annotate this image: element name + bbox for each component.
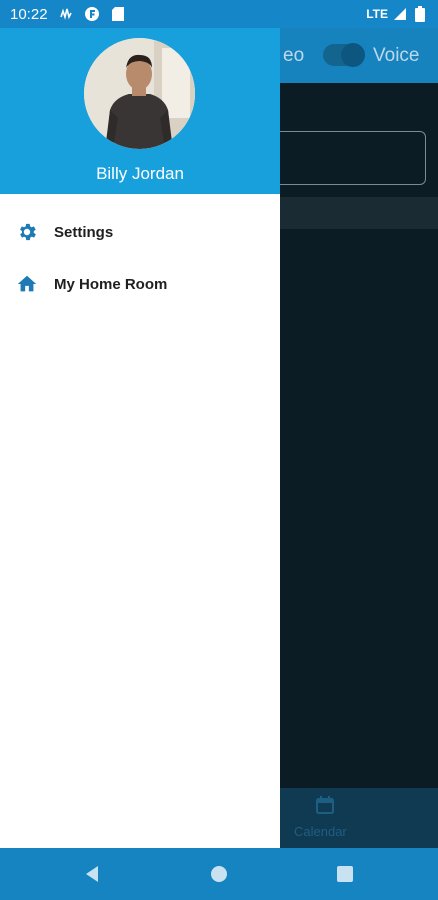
calendar-tab-label[interactable]: Calendar [294,824,347,839]
mode-toggle[interactable] [323,43,365,67]
system-navigation-bar [0,848,438,900]
calendar-icon[interactable] [316,796,334,814]
drawer-item-label: Settings [54,223,114,241]
sd-card-icon [110,6,126,22]
user-name: Billy Jordan [96,164,184,183]
recents-icon[interactable] [334,863,356,885]
status-bar: 10:22 LTE [0,0,438,28]
home-icon [16,273,38,295]
navigation-drawer: Billy Jordan Settings My Home Room [0,28,280,848]
avatar[interactable] [84,38,195,149]
network-type: LTE [366,7,388,21]
home-circle-icon[interactable] [208,863,230,885]
gear-icon [16,221,38,243]
drawer-item-home-room[interactable]: My Home Room [0,258,280,310]
battery-icon [412,6,428,22]
input-field[interactable] [270,131,426,185]
drawer-header: Billy Jordan [0,28,280,194]
voice-mode-label: Voice [373,45,420,66]
status-time: 10:22 [10,5,48,23]
video-mode-label: eo [283,45,305,66]
cell-signal-icon [392,6,408,22]
drawer-item-settings[interactable]: Settings [0,206,280,258]
signal-wave-icon [58,6,74,22]
back-icon[interactable] [82,863,104,885]
drawer-item-label: My Home Room [54,275,168,293]
content-strip [270,197,438,229]
f-app-icon [84,6,100,22]
